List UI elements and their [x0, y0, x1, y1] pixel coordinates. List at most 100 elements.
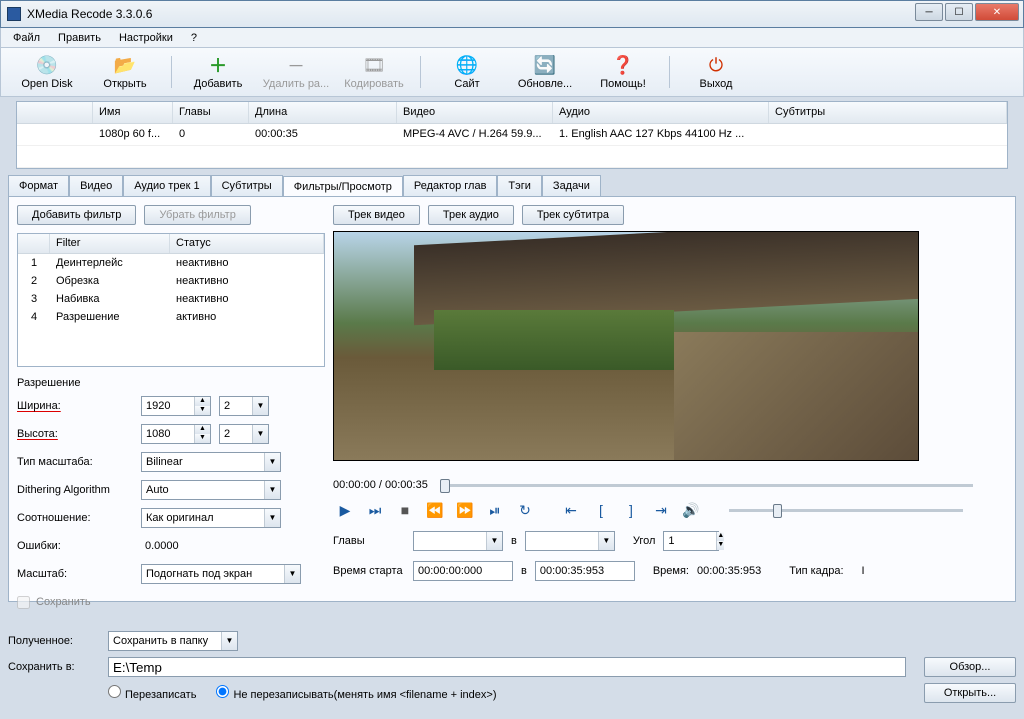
track-subtitle-button[interactable]: Трек субтитра	[522, 205, 624, 225]
encode-button[interactable]: 🎞Кодировать	[336, 52, 412, 92]
menu-file[interactable]: Файл	[5, 30, 48, 46]
received-label: Полученное:	[8, 635, 100, 647]
filter-row[interactable]: 1Деинтерлейснеактивно	[18, 254, 324, 272]
dither-combo[interactable]: Auto▼	[141, 480, 281, 500]
app-icon	[7, 7, 21, 21]
start-time-label: Время старта	[333, 565, 405, 577]
tab-audio[interactable]: Аудио трек 1	[123, 175, 210, 196]
volume-icon[interactable]: 🔊	[679, 499, 703, 521]
update-button[interactable]: 🔄Обновле...	[507, 52, 583, 92]
col-length[interactable]: Длина	[249, 102, 397, 123]
frame-type-value: I	[862, 565, 865, 577]
rewind-button[interactable]: ⏪	[423, 499, 447, 521]
filter-row[interactable]: 2Обрезканеактивно	[18, 272, 324, 290]
track-audio-button[interactable]: Трек аудио	[428, 205, 514, 225]
tab-video[interactable]: Видео	[69, 175, 123, 196]
no-overwrite-radio[interactable]: Не перезаписывать(менять имя <filename +…	[216, 685, 496, 701]
open-output-button[interactable]: Открыть...	[924, 683, 1016, 703]
minimize-button[interactable]: ─	[915, 3, 943, 21]
tab-tasks[interactable]: Задачи	[542, 175, 601, 196]
save-path-input[interactable]	[108, 657, 906, 677]
forward-button[interactable]: ⏩	[453, 499, 477, 521]
chapter-from-combo[interactable]: ▼	[413, 531, 503, 551]
menu-bar: Файл Править Настройки ?	[0, 28, 1024, 48]
add-filter-button[interactable]: Добавить фильтр	[17, 205, 136, 225]
received-combo[interactable]: Сохранить в папку▼	[108, 631, 238, 651]
remove-filter-button[interactable]: Убрать фильтр	[144, 205, 251, 225]
file-row[interactable]: 1080p 60 f... 0 00:00:35 MPEG-4 AVC / H.…	[17, 124, 1007, 146]
col-video[interactable]: Видео	[397, 102, 553, 123]
help-button[interactable]: ❓Помощь!	[585, 52, 661, 92]
tab-panel: Добавить фильтр Убрать фильтр Filter Ста…	[8, 196, 1016, 602]
zoom-combo[interactable]: Подогнать под экран▼	[141, 564, 301, 584]
help-icon: ❓	[609, 54, 637, 76]
col-chapters[interactable]: Главы	[173, 102, 249, 123]
open-disk-button[interactable]: 💿Open Disk	[9, 52, 85, 92]
play-button[interactable]: ▶	[333, 499, 357, 521]
filter-row[interactable]: 3Набивканеактивно	[18, 290, 324, 308]
refresh-icon: 🔄	[531, 54, 559, 76]
tab-tags[interactable]: Тэги	[497, 175, 542, 196]
browse-button[interactable]: Обзор...	[924, 657, 1016, 677]
exit-button[interactable]: ⏻Выход	[678, 52, 754, 92]
menu-help[interactable]: ?	[183, 30, 205, 46]
end-time-input[interactable]: 00:00:35:953	[535, 561, 635, 581]
height-div-combo[interactable]: 2▼	[219, 424, 269, 444]
seek-slider[interactable]	[440, 484, 973, 487]
scaletype-combo[interactable]: Bilinear▼	[141, 452, 281, 472]
folder-icon: 📂	[111, 54, 139, 76]
site-button[interactable]: 🌐Сайт	[429, 52, 505, 92]
aspect-combo[interactable]: Как оригинал▼	[141, 508, 281, 528]
chapter-to-combo[interactable]: ▼	[525, 531, 615, 551]
track-video-button[interactable]: Трек видео	[333, 205, 420, 225]
open-button[interactable]: 📂Открыть	[87, 52, 163, 92]
overwrite-radio[interactable]: Перезаписать	[108, 685, 196, 701]
tab-subtitles[interactable]: Субтитры	[211, 175, 283, 196]
col-audio[interactable]: Аудио	[553, 102, 769, 123]
mark-out-button[interactable]: ⇥	[649, 499, 673, 521]
tab-filters[interactable]: Фильтры/Просмотр	[283, 176, 403, 197]
scaletype-label: Тип масштаба:	[17, 456, 141, 468]
width-label: Ширина:	[17, 400, 141, 412]
output-panel: Полученное: Сохранить в папку▼ Сохранить…	[8, 631, 1016, 709]
toolbar: 💿Open Disk 📂Открыть ＋Добавить ─Удалить р…	[0, 48, 1024, 97]
col-subs[interactable]: Субтитры	[769, 102, 1007, 123]
close-button[interactable]: ✕	[975, 3, 1019, 21]
filter-col-status[interactable]: Статус	[170, 234, 324, 253]
menu-settings[interactable]: Настройки	[111, 30, 181, 46]
time-value: 00:00:35:953	[697, 565, 761, 577]
height-input[interactable]: ▲▼	[141, 424, 211, 444]
add-button[interactable]: ＋Добавить	[180, 52, 256, 92]
filter-table: Filter Статус 1Деинтерлейснеактивно 2Обр…	[17, 233, 325, 367]
loop-button[interactable]: ↻	[513, 499, 537, 521]
step-button[interactable]: ⏯	[483, 499, 507, 521]
bracket-close-button[interactable]: ]	[619, 499, 643, 521]
save-check[interactable]	[17, 596, 30, 609]
height-label: Высота:	[17, 428, 141, 440]
width-div-combo[interactable]: 2▼	[219, 396, 269, 416]
bracket-open-button[interactable]: [	[589, 499, 613, 521]
mark-in-button[interactable]: ⇤	[559, 499, 583, 521]
save-in-label: Сохранить в:	[8, 661, 100, 673]
aspect-label: Соотношение:	[17, 512, 141, 524]
dither-label: Dithering Algorithm	[17, 484, 141, 496]
plus-icon: ＋	[204, 54, 232, 76]
tab-format[interactable]: Формат	[8, 175, 69, 196]
globe-icon: 🌐	[453, 54, 481, 76]
menu-edit[interactable]: Править	[50, 30, 109, 46]
tab-chapters[interactable]: Редактор глав	[403, 175, 498, 196]
volume-slider[interactable]	[729, 509, 963, 512]
start-time-input[interactable]: 00:00:00:000	[413, 561, 513, 581]
next-button[interactable]: ⏭	[363, 499, 387, 521]
remove-button[interactable]: ─Удалить ра...	[258, 52, 334, 92]
width-input[interactable]: ▲▼	[141, 396, 211, 416]
col-name[interactable]: Имя	[93, 102, 173, 123]
angle-input[interactable]: ▲▼	[663, 531, 719, 551]
playback-controls: ▶ ⏭ ■ ⏪ ⏩ ⏯ ↻ ⇤ [ ] ⇥ 🔊	[333, 499, 973, 521]
stop-button[interactable]: ■	[393, 499, 417, 521]
disk-icon: 💿	[33, 54, 61, 76]
filter-row[interactable]: 4Разрешениеактивно	[18, 308, 324, 326]
maximize-button[interactable]: ☐	[945, 3, 973, 21]
playback-position: 00:00:00 / 00:00:35	[333, 479, 428, 491]
filter-col-name[interactable]: Filter	[50, 234, 170, 253]
